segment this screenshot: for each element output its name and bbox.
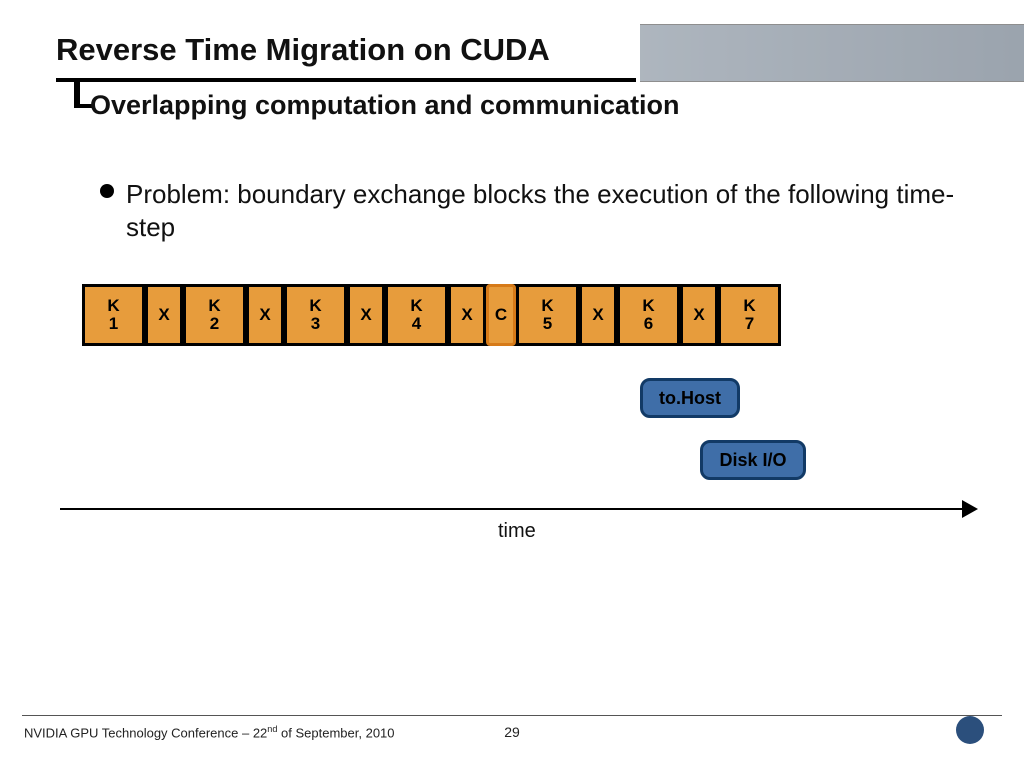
timeline-row: K 1XK 2XK 3XK 4XCK 5XK 6XK 7 [82,284,960,346]
timeline-block-kernel: K 3 [284,284,347,346]
timeline-block-kernel: K 2 [183,284,246,346]
page-number: 29 [0,724,1024,740]
timeline-block-exchange: X [347,284,385,346]
timeline-block-exchange: X [579,284,617,346]
slide-title: Reverse Time Migration on CUDA [56,32,550,68]
timeline-block-exchange: X [448,284,486,346]
title-underline [56,78,636,82]
timeline-block-exchange: X [680,284,718,346]
slide-subtitle: Overlapping computation and communicatio… [90,90,680,121]
footer-divider [22,715,1002,716]
bullet-icon [100,184,114,198]
timeline-block-copy: C [486,284,516,346]
time-axis-label: time [498,520,536,543]
timeline-block-kernel: K 1 [82,284,145,346]
diskio-pill: Disk I/O [700,440,806,480]
time-axis-arrow-icon [962,500,978,518]
timeline-block-kernel: K 7 [718,284,781,346]
timeline-block-kernel: K 6 [617,284,680,346]
timeline-block-kernel: K 5 [516,284,579,346]
timeline-block-exchange: X [145,284,183,346]
timeline-block-exchange: X [246,284,284,346]
body-text: Problem: boundary exchange blocks the ex… [126,178,956,243]
time-axis [60,508,968,510]
footer-logo-icon [938,716,1002,754]
timeline-block-kernel: K 4 [385,284,448,346]
tohost-pill: to.Host [640,378,740,418]
